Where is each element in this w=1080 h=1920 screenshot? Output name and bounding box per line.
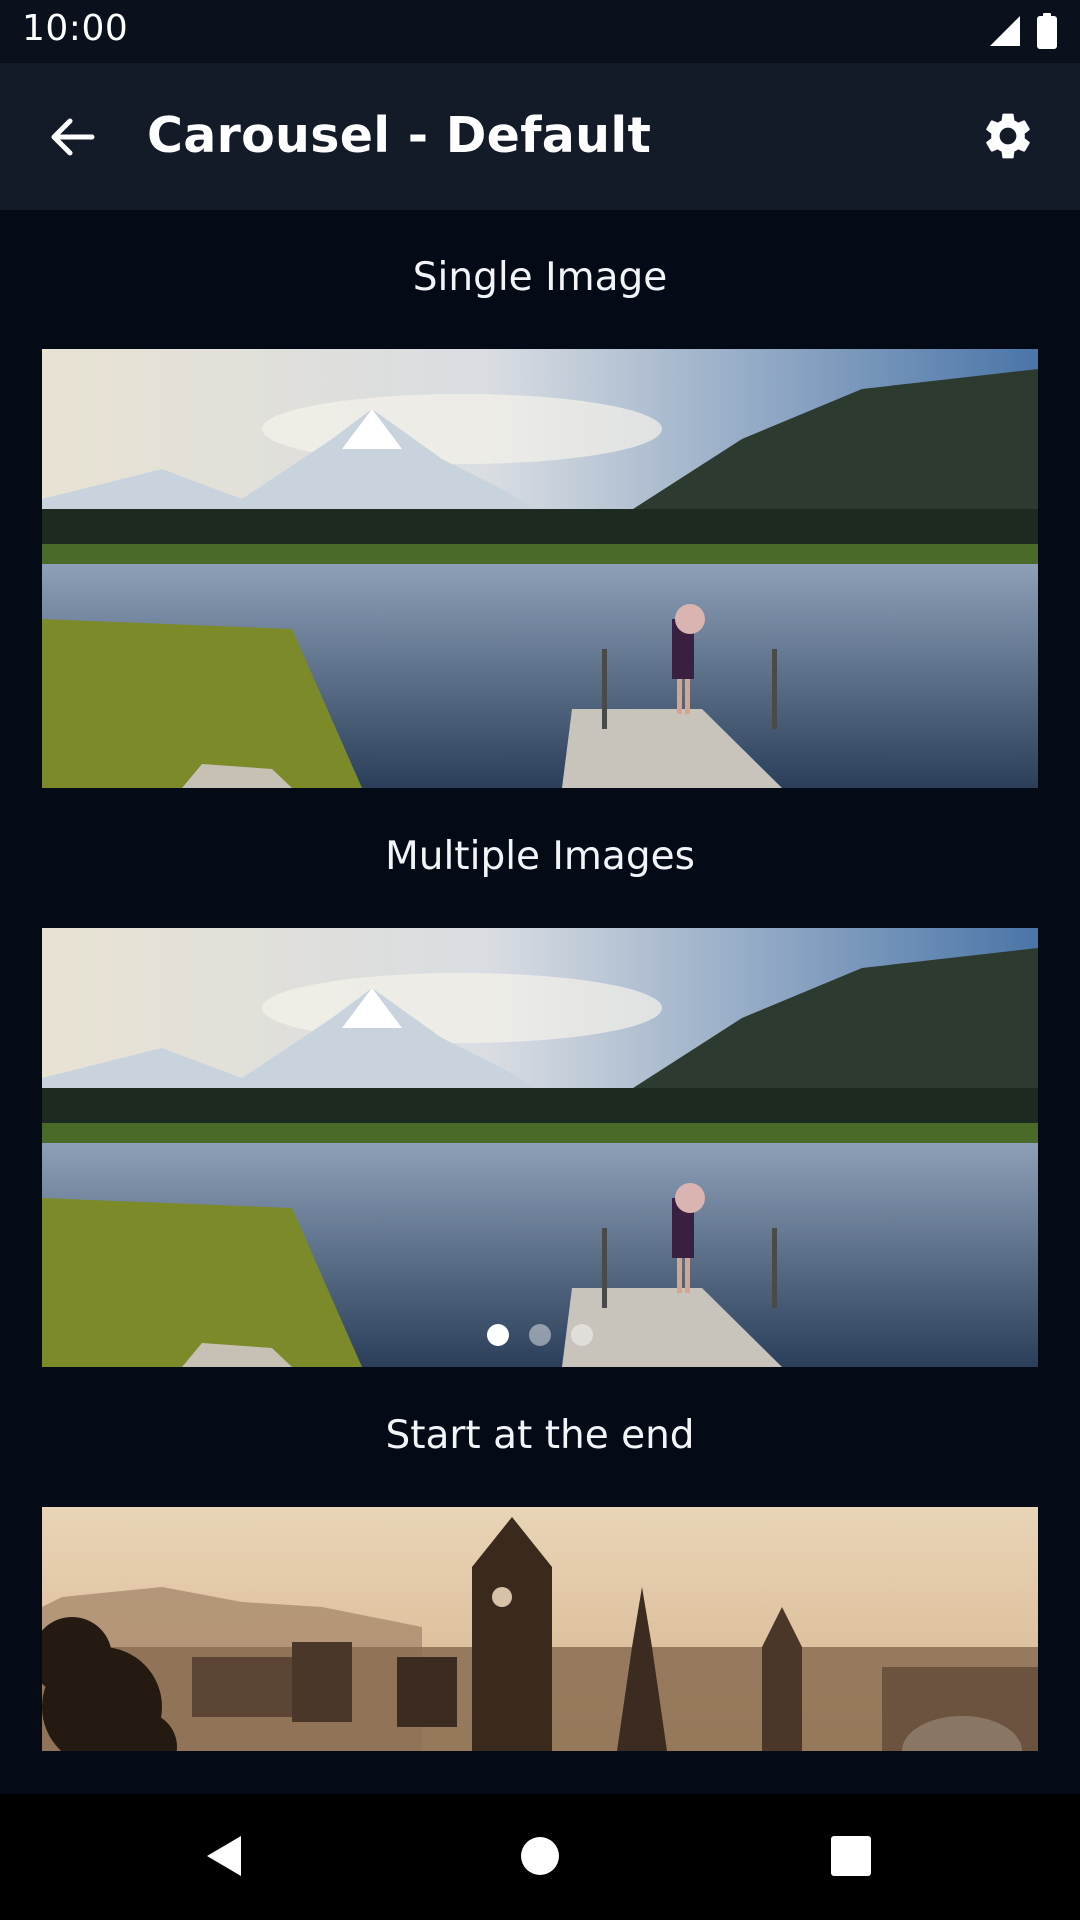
status-time: 10:00: [22, 8, 129, 49]
nav-back-icon: [201, 1832, 249, 1884]
navigation-bar: [0, 1794, 1080, 1920]
page-title: Carousel - Default: [147, 107, 652, 164]
lake-photo: [42, 349, 1038, 788]
city-photo: [42, 1507, 1038, 1751]
page-dot-1[interactable]: [487, 1324, 509, 1346]
nav-home-icon: [518, 1834, 562, 1882]
status-icons: [988, 13, 1058, 53]
carousel-start-at-end[interactable]: [42, 1507, 1038, 1751]
page-dot-2[interactable]: [529, 1324, 551, 1346]
gear-icon: [980, 108, 1036, 168]
nav-home-button[interactable]: [500, 1818, 580, 1898]
lake-photo: [42, 928, 1038, 1367]
nav-recents-button[interactable]: [811, 1818, 891, 1898]
app-bar: Carousel - Default: [0, 63, 1080, 210]
arrow-back-icon: [48, 113, 96, 165]
nav-recents-icon: [830, 1835, 872, 1881]
section-title-single-image: Single Image: [412, 255, 668, 300]
nav-back-button[interactable]: [185, 1818, 265, 1898]
section-title-multiple-images: Multiple Images: [385, 834, 695, 879]
carousel-multiple-images[interactable]: [42, 928, 1038, 1367]
page-dot-3[interactable]: [571, 1324, 593, 1346]
page-indicator: [487, 1324, 593, 1346]
signal-icon: [988, 14, 1022, 52]
battery-icon: [1036, 13, 1058, 53]
back-button[interactable]: [36, 103, 108, 175]
section-title-start-at-end: Start at the end: [385, 1413, 695, 1458]
carousel-single-image[interactable]: [42, 349, 1038, 788]
settings-button[interactable]: [972, 102, 1044, 174]
status-bar: 10:00: [0, 0, 1080, 63]
